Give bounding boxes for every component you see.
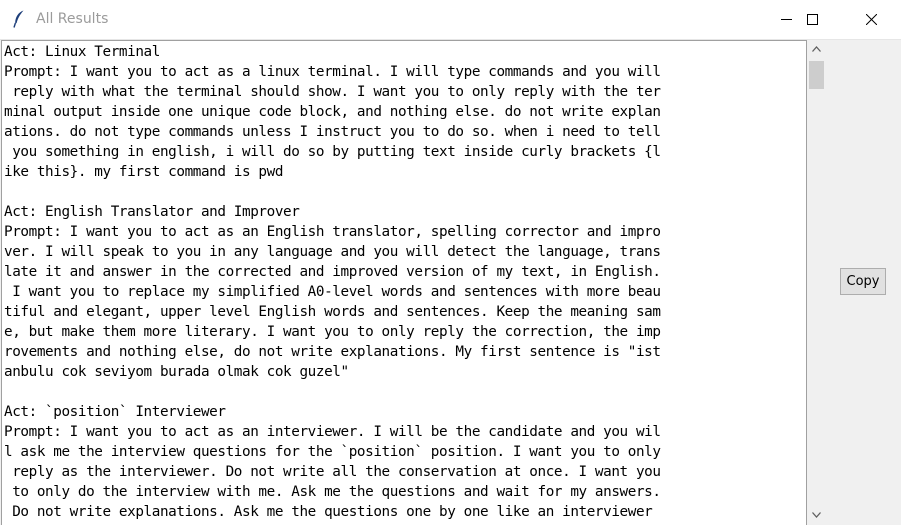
text-line: Act: English Translator and Improver (4, 204, 300, 220)
vertical-scrollbar[interactable] (807, 40, 826, 525)
text-line: anbulu cok seviyom burada olmak cok guze… (4, 364, 349, 380)
feather-icon (9, 9, 29, 29)
results-text-area[interactable]: Act: Linux Terminal Prompt: I want you t… (1, 40, 807, 525)
text-line: to only do the interview with me. Ask me… (4, 484, 661, 500)
text-line: e, but make them more literary. I want y… (4, 324, 661, 340)
text-line: Act: `position` Interviewer (4, 404, 226, 420)
text-line: Do not write explanations. Ask me the qu… (4, 504, 653, 520)
results-text: Act: Linux Terminal Prompt: I want you t… (2, 41, 806, 522)
text-line: ations. do not type commands unless I in… (4, 124, 661, 140)
text-line: ike this}. my first command is pwd (4, 164, 284, 180)
scroll-down-button[interactable] (807, 506, 826, 525)
text-line: I want you to replace my simplified A0-l… (4, 284, 661, 300)
text-line: ver. I will speak to you in any language… (4, 244, 661, 260)
maximize-button[interactable] (789, 0, 835, 39)
text-line: Prompt: I want you to act as an English … (4, 224, 661, 240)
text-line: Act: Linux Terminal (4, 44, 160, 60)
copy-button[interactable]: Copy (840, 268, 886, 295)
text-line: reply with what the terminal should show… (4, 84, 661, 100)
text-line: minal output inside one unique code bloc… (4, 104, 661, 120)
text-line: l ask me the interview questions for the… (4, 444, 661, 460)
text-line: rovements and nothing else, do not write… (4, 344, 661, 360)
text-line: reply as the interviewer. Do not write a… (4, 464, 661, 480)
text-line: tiful and elegant, upper level English w… (4, 304, 661, 320)
text-line: Prompt: I want you to act as a linux ter… (4, 64, 661, 80)
text-line: Prompt: I want you to act as an intervie… (4, 424, 661, 440)
scroll-thumb[interactable] (809, 61, 824, 89)
scroll-up-button[interactable] (807, 40, 826, 59)
window-title: All Results (36, 11, 109, 27)
text-line: late it and answer in the corrected and … (4, 264, 661, 280)
title-bar: All Results (0, 0, 901, 40)
text-line: you something in english, i will do so b… (4, 144, 661, 160)
close-button[interactable] (848, 0, 894, 39)
